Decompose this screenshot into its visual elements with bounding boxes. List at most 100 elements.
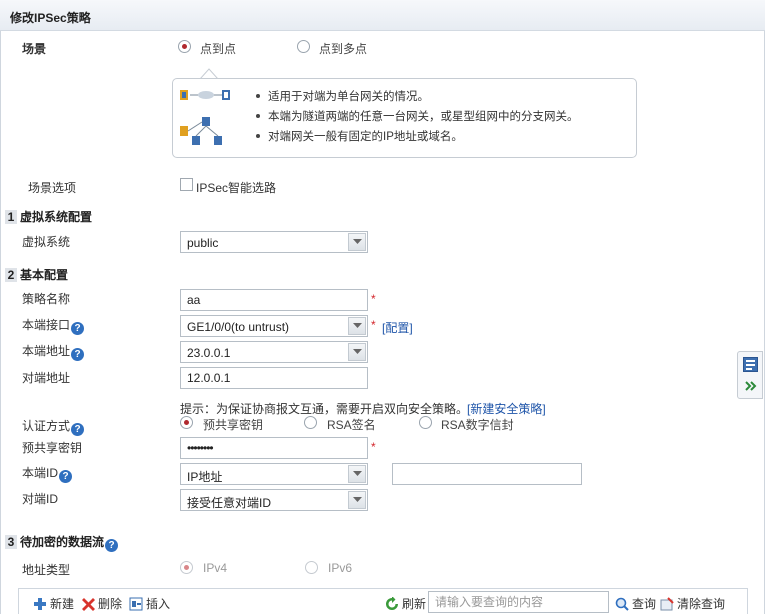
auth-option-rsa-sig-label[interactable]: RSA签名 — [327, 416, 376, 433]
help-icon[interactable]: ? — [59, 470, 73, 483]
delete-button[interactable]: 删除 — [82, 595, 122, 612]
peer-id-select[interactable]: 接受任意对端ID — [180, 489, 368, 511]
plus-icon — [34, 598, 46, 610]
psk-label: 预共享密钥 — [22, 441, 83, 455]
vsys-label: 虚拟系统 — [22, 235, 71, 249]
auth-option-psk-label[interactable]: 预共享密钥 — [203, 416, 263, 433]
chevron-down-icon[interactable] — [348, 465, 366, 483]
local-id-extra-input[interactable] — [392, 463, 582, 485]
dialog-title-bar: 修改IPSec策略 — [0, 0, 765, 31]
tip-line-1: 适用于对端为单台网关的情况。 — [268, 91, 429, 103]
tip-line-2: 本端为隧道两端的任意一台网关，或星型组网中的分支网关。 — [268, 111, 579, 123]
ipsec-smart-route-checkbox[interactable] — [180, 178, 193, 191]
scene-radio-p2mp[interactable] — [297, 40, 310, 53]
tip-line-3: 对端网关一般有固定的IP地址或域名。 — [268, 131, 463, 143]
insert-button-label: 插入 — [146, 597, 171, 611]
peer-address-label: 对端地址 — [22, 371, 71, 385]
data-flow-toolbar: 新建 删除 插入 刷新 请输入要查询的内容 查询 清除查询 — [18, 588, 748, 614]
local-id-value: IP地址 — [187, 470, 223, 484]
clear-query-button-label: 清除查询 — [677, 597, 726, 611]
side-panel-toggle[interactable] — [737, 351, 763, 399]
required-mark: * — [371, 292, 376, 306]
psk-input[interactable]: •••••••• — [180, 437, 368, 459]
section-title: 虚拟系统配置 — [20, 210, 93, 224]
refresh-button-label: 刷新 — [402, 597, 427, 611]
p2p-topology-icon — [180, 90, 230, 100]
required-mark: * — [371, 440, 376, 454]
auth-method-label-text: 认证方式 — [22, 419, 71, 433]
section-data-flow-header: 3 待加密的数据流? — [5, 533, 119, 552]
search-input[interactable]: 请输入要查询的内容 — [428, 591, 609, 613]
section-number: 2 — [5, 268, 17, 282]
section-basic-config-header: 2 基本配置 — [5, 266, 68, 283]
auth-method-label: 认证方式? — [22, 417, 85, 436]
peer-id-value: 接受任意对端ID — [187, 496, 272, 510]
refresh-button[interactable]: 刷新 — [385, 595, 426, 612]
section-virtual-system-header: 1 虚拟系统配置 — [5, 208, 92, 225]
local-id-label: 本端ID? — [22, 464, 73, 483]
vsys-select-value: public — [187, 236, 219, 250]
hub-spoke-topology-icon — [180, 117, 222, 145]
address-type-radio-ipv4[interactable] — [180, 561, 193, 574]
tip-bullet — [256, 94, 260, 98]
address-type-label: 地址类型 — [22, 563, 71, 577]
address-type-ipv4-label[interactable]: IPv4 — [203, 561, 227, 575]
address-type-ipv6-label[interactable]: IPv6 — [328, 561, 352, 575]
help-icon[interactable]: ? — [71, 348, 85, 361]
help-icon[interactable]: ? — [105, 539, 119, 552]
local-address-select[interactable]: 23.0.0.1 — [180, 341, 368, 363]
ipsec-smart-route-label[interactable]: IPSec智能选路 — [196, 179, 276, 196]
section-number: 1 — [5, 210, 17, 224]
chevron-down-icon[interactable] — [348, 491, 366, 509]
section-number: 3 — [5, 535, 17, 549]
clear-query-icon — [660, 597, 674, 611]
help-icon[interactable]: ? — [71, 322, 85, 335]
scene-radio-p2p[interactable] — [178, 40, 191, 53]
local-interface-label: 本端接口? — [22, 316, 85, 335]
peer-id-label: 对端ID — [22, 492, 59, 506]
insert-button[interactable]: 插入 — [129, 595, 170, 612]
help-icon[interactable]: ? — [71, 423, 85, 436]
config-interface-link[interactable]: [配置] — [382, 319, 413, 336]
local-address-label: 本端地址? — [22, 342, 85, 361]
chevron-down-icon[interactable] — [348, 317, 366, 335]
delete-x-icon — [82, 598, 95, 611]
double-chevron-right-icon[interactable] — [745, 381, 757, 391]
new-button-label: 新建 — [50, 597, 75, 611]
security-policy-hint: 提示：为保证协商报文互通，需要开启双向安全策略。 — [180, 402, 469, 416]
auth-radio-rsa-sig[interactable] — [304, 416, 317, 429]
chevron-down-icon[interactable] — [348, 233, 366, 251]
local-id-label-text: 本端ID — [22, 466, 59, 480]
local-interface-select[interactable]: GE1/0/0(to untrust) — [180, 315, 368, 337]
new-button[interactable]: 新建 — [33, 595, 74, 612]
panel-icon — [743, 357, 758, 372]
policy-name-label: 策略名称 — [22, 292, 71, 306]
query-button[interactable]: 查询 — [615, 595, 656, 612]
required-mark: * — [371, 318, 376, 332]
auth-radio-psk[interactable] — [180, 416, 193, 429]
address-type-radio-ipv6[interactable] — [305, 561, 318, 574]
tip-bullet — [256, 134, 260, 138]
scene-option-p2p-label[interactable]: 点到点 — [200, 40, 236, 57]
local-address-value: 23.0.0.1 — [187, 346, 231, 360]
section-title: 基本配置 — [20, 268, 69, 282]
page-title: 修改IPSec策略 — [10, 11, 91, 25]
scene-option-p2mp-label[interactable]: 点到多点 — [319, 40, 367, 57]
auth-radio-rsa-env[interactable] — [419, 416, 432, 429]
clear-query-button[interactable]: 清除查询 — [660, 595, 725, 612]
scene-options-label: 场景选项 — [28, 181, 77, 195]
new-security-policy-link[interactable]: [新建安全策略] — [467, 400, 546, 417]
insert-icon — [129, 597, 143, 611]
chevron-down-icon[interactable] — [348, 343, 366, 361]
delete-button-label: 删除 — [98, 597, 123, 611]
auth-option-rsa-env-label[interactable]: RSA数字信封 — [441, 416, 514, 433]
section-title: 待加密的数据流 — [20, 535, 105, 549]
policy-name-input[interactable]: aa — [180, 289, 368, 311]
query-button-label: 查询 — [632, 597, 657, 611]
scene-label: 场景 — [22, 42, 47, 56]
local-id-select[interactable]: IP地址 — [180, 463, 368, 485]
peer-address-input[interactable]: 12.0.0.1 — [180, 367, 368, 389]
tip-bullet — [256, 114, 260, 118]
local-interface-value: GE1/0/0(to untrust) — [187, 320, 290, 334]
vsys-select[interactable]: public — [180, 231, 368, 253]
